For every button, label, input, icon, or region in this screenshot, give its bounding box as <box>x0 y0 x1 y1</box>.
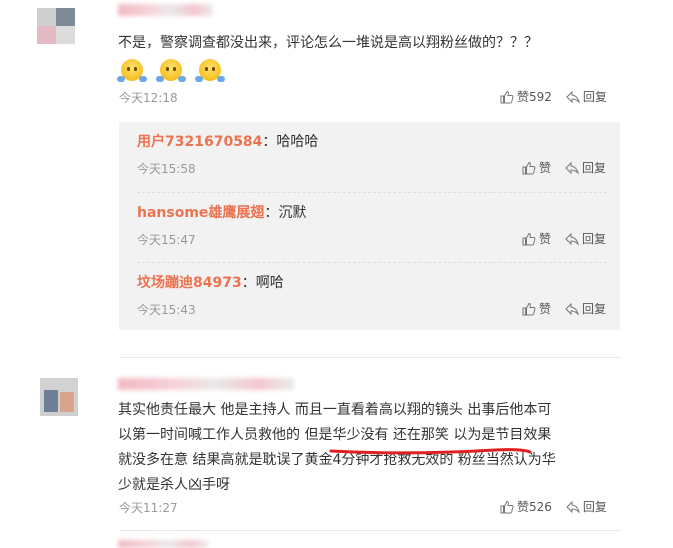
comment-time: 今天12:18 <box>119 91 178 105</box>
reply-label: 回复 <box>582 161 607 175</box>
like-button[interactable]: 赞592 <box>500 88 552 105</box>
username-redacted[interactable] <box>118 378 294 390</box>
reply-button[interactable]: 回复 <box>566 88 607 105</box>
comment-actions: 赞526 回复 <box>500 498 607 515</box>
avatar[interactable] <box>40 378 78 416</box>
reply-item: 坟场蹦迪84973：啊哈 今天15:43 赞 回复 <box>137 273 607 339</box>
shrug-emoji-icon <box>117 59 147 82</box>
reply-item: 用户7321670584：哈哈哈 今天15:58 赞 回复 <box>137 132 607 198</box>
reply-time: 今天15:58 <box>137 162 196 176</box>
thumbs-up-icon <box>500 500 514 513</box>
reply-button[interactable]: 回复 <box>565 230 606 247</box>
thumbs-up-icon <box>522 302 536 315</box>
reply-arrow-icon <box>565 232 579 246</box>
like-label: 赞 <box>539 302 552 316</box>
avatar[interactable] <box>37 8 75 44</box>
reply-item: hansome雄鹰展翅：沉默 今天15:47 赞 回复 <box>137 203 607 269</box>
comment-actions: 赞592 回复 <box>500 88 607 105</box>
reply-label: 回复 <box>582 500 607 514</box>
emoji-row <box>117 59 233 83</box>
username-redacted[interactable] <box>118 540 208 548</box>
reply-time: 今天15:47 <box>137 233 196 247</box>
like-button[interactable]: 赞 <box>522 230 551 247</box>
reply-arrow-icon <box>565 161 579 175</box>
reply-button[interactable]: 回复 <box>565 159 606 176</box>
reply-text: 沉默 <box>278 205 307 221</box>
comment-line: 其实他责任最大 他是主持人 而且一直看着高以翔的镜头 出事后他本可 <box>118 402 552 418</box>
reply-divider <box>137 192 607 193</box>
reply-label: 回复 <box>582 90 607 104</box>
reply-label: 回复 <box>582 232 607 246</box>
like-count: 赞526 <box>517 500 552 514</box>
like-label: 赞 <box>539 161 552 175</box>
reply-label: 回复 <box>582 302 607 316</box>
reply-colon: ： <box>241 275 256 291</box>
comment-separator <box>119 357 621 358</box>
reply-arrow-icon <box>565 302 579 316</box>
reply-username[interactable]: 用户7321670584 <box>137 134 262 150</box>
reply-time: 今天15:43 <box>137 303 196 317</box>
like-button[interactable]: 赞 <box>522 159 551 176</box>
reply-button[interactable]: 回复 <box>566 498 607 515</box>
like-label: 赞 <box>539 232 552 246</box>
thumbs-up-icon <box>500 90 514 103</box>
reply-text: 哈哈哈 <box>276 134 319 150</box>
shrug-emoji-icon <box>156 59 187 82</box>
thumbs-up-icon <box>522 232 536 245</box>
shrug-emoji-icon <box>195 59 226 82</box>
reply-colon: ： <box>264 205 279 221</box>
reply-username[interactable]: hansome雄鹰展翅 <box>137 205 264 221</box>
reply-text: 啊哈 <box>255 275 284 291</box>
reply-arrow-icon <box>566 90 580 104</box>
reply-arrow-icon <box>566 500 580 514</box>
reply-divider <box>137 262 607 263</box>
reply-username[interactable]: 坟场蹦迪84973 <box>137 275 242 291</box>
reply-button[interactable]: 回复 <box>565 300 606 317</box>
comment-line: 少就是杀人凶手呀 <box>118 477 230 493</box>
like-count: 赞592 <box>517 90 552 104</box>
username-redacted[interactable] <box>118 4 213 16</box>
comment-time: 今天11:27 <box>119 501 178 515</box>
reply-list: 用户7321670584：哈哈哈 今天15:58 赞 回复 hansome雄鹰展… <box>119 122 620 330</box>
thumbs-up-icon <box>522 161 536 174</box>
like-button[interactable]: 赞 <box>522 300 551 317</box>
red-underline-annotation <box>329 448 532 455</box>
comment-separator <box>119 530 621 531</box>
comment-text: 不是，警察调查都没出来，评论怎么一堆说是高以翔粉丝做的？？？ <box>118 35 538 51</box>
like-button[interactable]: 赞526 <box>500 498 552 515</box>
reply-colon: ： <box>262 134 277 150</box>
